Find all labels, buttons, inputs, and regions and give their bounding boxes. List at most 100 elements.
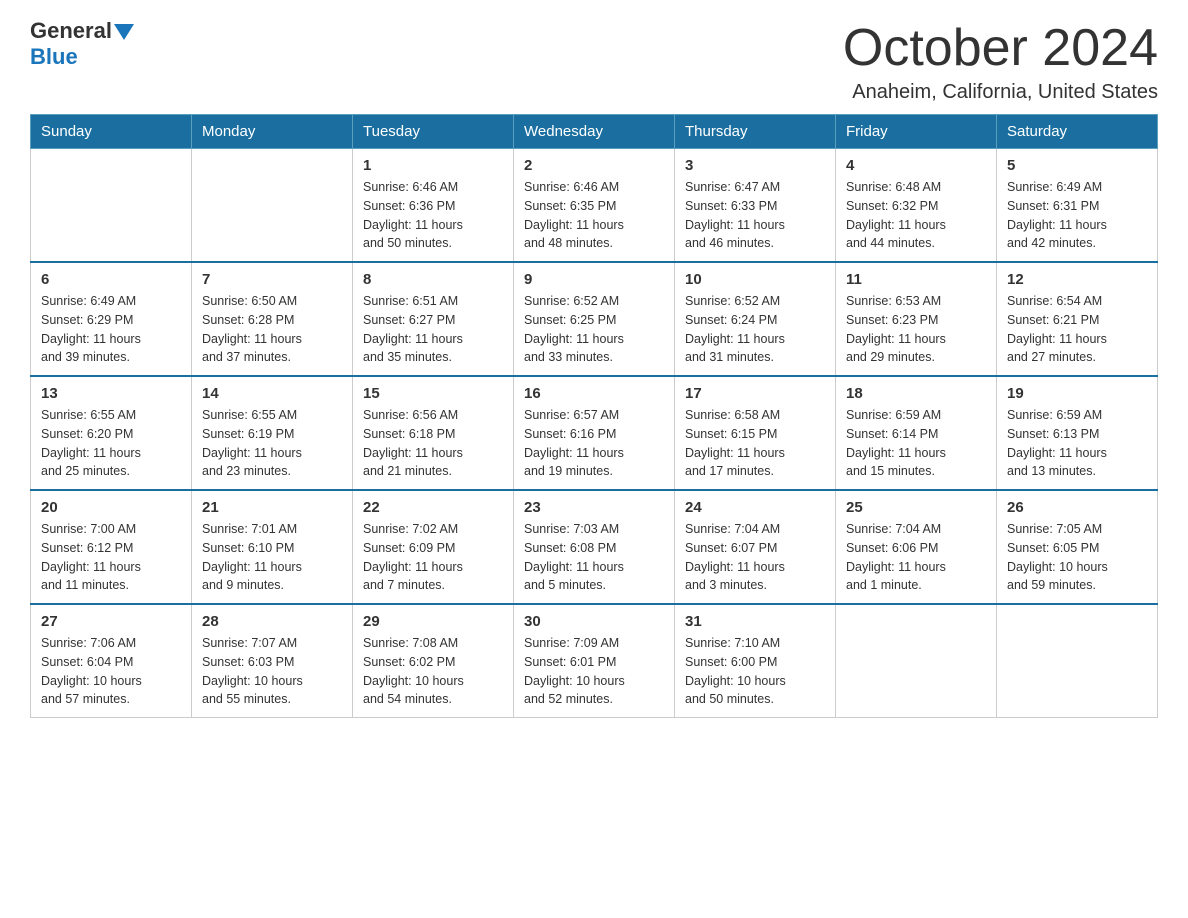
day-info: Sunrise: 6:52 AMSunset: 6:25 PMDaylight:…: [524, 292, 664, 367]
day-number: 24: [685, 499, 825, 516]
day-number: 14: [202, 385, 342, 402]
logo-blue-text: Blue: [30, 44, 78, 70]
calendar-cell: 28 Sunrise: 7:07 AMSunset: 6:03 PMDayligh…: [192, 604, 353, 718]
day-number: 23: [524, 499, 664, 516]
calendar-cell: 1 Sunrise: 6:46 AMSunset: 6:36 PMDaylight…: [353, 149, 514, 263]
day-number: 19: [1007, 385, 1147, 402]
day-info: Sunrise: 6:54 AMSunset: 6:21 PMDaylight:…: [1007, 292, 1147, 367]
calendar-cell: 6 Sunrise: 6:49 AMSunset: 6:29 PMDaylight…: [31, 262, 192, 376]
calendar-cell: 23 Sunrise: 7:03 AMSunset: 6:08 PMDayligh…: [514, 490, 675, 604]
column-header-friday: Friday: [836, 115, 997, 149]
day-number: 15: [363, 385, 503, 402]
day-number: 25: [846, 499, 986, 516]
day-info: Sunrise: 7:04 AMSunset: 6:06 PMDaylight:…: [846, 520, 986, 595]
logo-general-text: General: [30, 20, 112, 42]
day-number: 29: [363, 613, 503, 630]
logo-triangle-icon: [114, 24, 134, 40]
page-header: General Blue October 2024 Anaheim, Calif…: [30, 20, 1158, 104]
day-number: 4: [846, 157, 986, 174]
calendar-cell: 25 Sunrise: 7:04 AMSunset: 6:06 PMDayligh…: [836, 490, 997, 604]
title-area: October 2024 Anaheim, California, United…: [843, 20, 1158, 104]
calendar-week-row: 6 Sunrise: 6:49 AMSunset: 6:29 PMDaylight…: [31, 262, 1158, 376]
day-number: 5: [1007, 157, 1147, 174]
calendar-cell: 14 Sunrise: 6:55 AMSunset: 6:19 PMDayligh…: [192, 376, 353, 490]
day-number: 12: [1007, 271, 1147, 288]
calendar-cell: 2 Sunrise: 6:46 AMSunset: 6:35 PMDaylight…: [514, 149, 675, 263]
calendar-cell: 11 Sunrise: 6:53 AMSunset: 6:23 PMDayligh…: [836, 262, 997, 376]
day-info: Sunrise: 7:08 AMSunset: 6:02 PMDaylight:…: [363, 634, 503, 709]
day-number: 22: [363, 499, 503, 516]
day-info: Sunrise: 7:09 AMSunset: 6:01 PMDaylight:…: [524, 634, 664, 709]
day-info: Sunrise: 6:59 AMSunset: 6:13 PMDaylight:…: [1007, 406, 1147, 481]
day-number: 1: [363, 157, 503, 174]
calendar-subtitle: Anaheim, California, United States: [843, 81, 1158, 104]
day-info: Sunrise: 6:52 AMSunset: 6:24 PMDaylight:…: [685, 292, 825, 367]
calendar-cell: 27 Sunrise: 7:06 AMSunset: 6:04 PMDayligh…: [31, 604, 192, 718]
column-header-saturday: Saturday: [997, 115, 1158, 149]
calendar-cell: 16 Sunrise: 6:57 AMSunset: 6:16 PMDayligh…: [514, 376, 675, 490]
calendar-table: SundayMondayTuesdayWednesdayThursdayFrid…: [30, 114, 1158, 718]
calendar-cell: 29 Sunrise: 7:08 AMSunset: 6:02 PMDayligh…: [353, 604, 514, 718]
day-number: 10: [685, 271, 825, 288]
day-number: 17: [685, 385, 825, 402]
day-info: Sunrise: 7:04 AMSunset: 6:07 PMDaylight:…: [685, 520, 825, 595]
calendar-cell: 26Sunrise: 7:05 AMSunset: 6:05 PMDayligh…: [997, 490, 1158, 604]
calendar-header-row: SundayMondayTuesdayWednesdayThursdayFrid…: [31, 115, 1158, 149]
day-info: Sunrise: 7:05 AMSunset: 6:05 PMDaylight:…: [1007, 520, 1147, 595]
calendar-cell: 8Sunrise: 6:51 AMSunset: 6:27 PMDaylight…: [353, 262, 514, 376]
day-info: Sunrise: 6:57 AMSunset: 6:16 PMDaylight:…: [524, 406, 664, 481]
calendar-cell: 3 Sunrise: 6:47 AMSunset: 6:33 PMDaylight…: [675, 149, 836, 263]
calendar-cell: 10 Sunrise: 6:52 AMSunset: 6:24 PMDayligh…: [675, 262, 836, 376]
calendar-cell: 24 Sunrise: 7:04 AMSunset: 6:07 PMDayligh…: [675, 490, 836, 604]
day-number: 3: [685, 157, 825, 174]
day-info: Sunrise: 6:53 AMSunset: 6:23 PMDaylight:…: [846, 292, 986, 367]
column-header-monday: Monday: [192, 115, 353, 149]
calendar-cell: [192, 149, 353, 263]
day-info: Sunrise: 6:46 AMSunset: 6:36 PMDaylight:…: [363, 178, 503, 253]
day-info: Sunrise: 7:10 AMSunset: 6:00 PMDaylight:…: [685, 634, 825, 709]
calendar-cell: 21Sunrise: 7:01 AMSunset: 6:10 PMDayligh…: [192, 490, 353, 604]
day-number: 31: [685, 613, 825, 630]
day-info: Sunrise: 6:49 AMSunset: 6:29 PMDaylight:…: [41, 292, 181, 367]
calendar-week-row: 13 Sunrise: 6:55 AMSunset: 6:20 PMDayligh…: [31, 376, 1158, 490]
column-header-sunday: Sunday: [31, 115, 192, 149]
calendar-cell: [31, 149, 192, 263]
day-info: Sunrise: 6:59 AMSunset: 6:14 PMDaylight:…: [846, 406, 986, 481]
calendar-cell: 4 Sunrise: 6:48 AMSunset: 6:32 PMDaylight…: [836, 149, 997, 263]
day-number: 7: [202, 271, 342, 288]
day-info: Sunrise: 7:00 AMSunset: 6:12 PMDaylight:…: [41, 520, 181, 595]
day-number: 13: [41, 385, 181, 402]
day-info: Sunrise: 6:50 AMSunset: 6:28 PMDaylight:…: [202, 292, 342, 367]
day-info: Sunrise: 6:55 AMSunset: 6:19 PMDaylight:…: [202, 406, 342, 481]
day-number: 27: [41, 613, 181, 630]
calendar-title: October 2024: [843, 20, 1158, 77]
day-info: Sunrise: 7:07 AMSunset: 6:03 PMDaylight:…: [202, 634, 342, 709]
calendar-cell: 9 Sunrise: 6:52 AMSunset: 6:25 PMDaylight…: [514, 262, 675, 376]
calendar-cell: 13 Sunrise: 6:55 AMSunset: 6:20 PMDayligh…: [31, 376, 192, 490]
day-info: Sunrise: 7:06 AMSunset: 6:04 PMDaylight:…: [41, 634, 181, 709]
day-number: 6: [41, 271, 181, 288]
day-info: Sunrise: 6:55 AMSunset: 6:20 PMDaylight:…: [41, 406, 181, 481]
day-number: 9: [524, 271, 664, 288]
calendar-week-row: 20 Sunrise: 7:00 AMSunset: 6:12 PMDayligh…: [31, 490, 1158, 604]
day-number: 16: [524, 385, 664, 402]
day-number: 20: [41, 499, 181, 516]
day-number: 11: [846, 271, 986, 288]
day-info: Sunrise: 6:47 AMSunset: 6:33 PMDaylight:…: [685, 178, 825, 253]
day-info: Sunrise: 6:56 AMSunset: 6:18 PMDaylight:…: [363, 406, 503, 481]
day-info: Sunrise: 6:51 AMSunset: 6:27 PMDaylight:…: [363, 292, 503, 367]
day-info: Sunrise: 6:48 AMSunset: 6:32 PMDaylight:…: [846, 178, 986, 253]
day-info: Sunrise: 7:03 AMSunset: 6:08 PMDaylight:…: [524, 520, 664, 595]
day-info: Sunrise: 7:01 AMSunset: 6:10 PMDaylight:…: [202, 520, 342, 595]
calendar-cell: 18Sunrise: 6:59 AMSunset: 6:14 PMDayligh…: [836, 376, 997, 490]
calendar-cell: 7 Sunrise: 6:50 AMSunset: 6:28 PMDaylight…: [192, 262, 353, 376]
day-info: Sunrise: 6:49 AMSunset: 6:31 PMDaylight:…: [1007, 178, 1147, 253]
day-number: 28: [202, 613, 342, 630]
day-info: Sunrise: 6:46 AMSunset: 6:35 PMDaylight:…: [524, 178, 664, 253]
calendar-cell: 31 Sunrise: 7:10 AMSunset: 6:00 PMDayligh…: [675, 604, 836, 718]
calendar-cell: 19 Sunrise: 6:59 AMSunset: 6:13 PMDayligh…: [997, 376, 1158, 490]
day-info: Sunrise: 7:02 AMSunset: 6:09 PMDaylight:…: [363, 520, 503, 595]
day-number: 2: [524, 157, 664, 174]
column-header-wednesday: Wednesday: [514, 115, 675, 149]
day-number: 30: [524, 613, 664, 630]
